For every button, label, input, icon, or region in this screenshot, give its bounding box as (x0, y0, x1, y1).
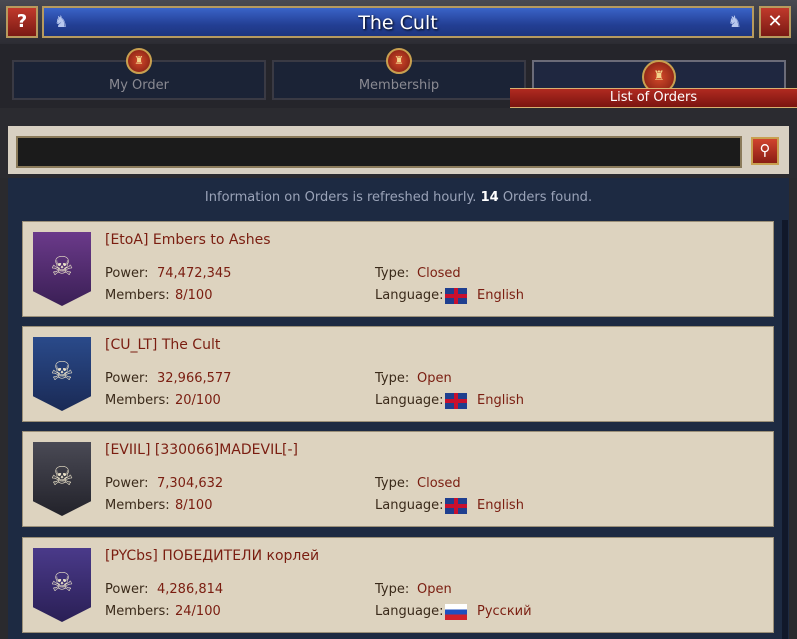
title-bar: ? ♞ The Cult ♞ ✕ (0, 0, 797, 44)
search-button[interactable]: ⚲ (751, 137, 779, 165)
members-value: 20/100 (175, 393, 221, 408)
members-label: Members: (105, 604, 170, 619)
members-label: Members: (105, 288, 170, 303)
help-button[interactable]: ? (6, 6, 38, 38)
order-name: [EVIIL] [330066]MADEVIL[-] (105, 442, 298, 458)
window-title: The Cult (358, 12, 438, 34)
language-value: English (477, 498, 524, 513)
members-label: Members: (105, 498, 170, 513)
order-emblem-icon: ☠ (33, 442, 91, 516)
language-label: Language: (375, 604, 444, 619)
type-label: Type: (375, 266, 410, 281)
type-value: Open (417, 371, 452, 386)
type-value: Closed (417, 476, 461, 491)
power-value: 32,966,577 (157, 371, 232, 386)
info-text: Information on Orders is refreshed hourl… (204, 190, 593, 205)
power-label: Power: (105, 476, 149, 491)
type-label: Type: (375, 582, 410, 597)
order-emblem-icon: ☠ (33, 337, 91, 411)
order-name: [CU_LT] The Cult (105, 337, 221, 353)
membership-emblem-icon: ♜ (386, 48, 412, 74)
language-value: English (477, 393, 524, 408)
members-value: 8/100 (175, 288, 213, 303)
members-label: Members: (105, 393, 170, 408)
members-value: 8/100 (175, 498, 213, 513)
type-value: Closed (417, 266, 461, 281)
orders-window: ? ♞ The Cult ♞ ✕ ♜ My Order ♜ Membership… (0, 0, 797, 639)
type-value: Open (417, 582, 452, 597)
russia-flag-icon (445, 604, 467, 620)
title-banner: ♞ The Cult ♞ (42, 6, 754, 38)
type-label: Type: (375, 371, 410, 386)
order-card[interactable]: ☠ [CU_LT] The Cult Power: 32,966,577 Mem… (22, 326, 774, 422)
language-label: Language: (375, 288, 444, 303)
order-emblem-icon: ♜ (126, 48, 152, 74)
tab-label: My Order (109, 78, 169, 93)
order-emblem-icon: ☠ (33, 232, 91, 306)
power-label: Power: (105, 371, 149, 386)
type-label: Type: (375, 476, 410, 491)
power-value: 7,304,632 (157, 476, 224, 491)
uk-flag-icon (445, 288, 467, 304)
uk-flag-icon (445, 498, 467, 514)
language-label: Language: (375, 393, 444, 408)
order-name: [PYCbs] ПОБЕДИТЕЛИ корлей (105, 548, 320, 564)
griffin-right-icon: ♞ (727, 12, 742, 31)
orders-count: 14 (480, 190, 499, 205)
tab-label: Membership (358, 78, 440, 93)
order-card[interactable]: ☠ [PYCbs] ПОБЕДИТЕЛИ корлей Power: 4,286… (22, 537, 774, 633)
power-label: Power: (105, 266, 149, 281)
tab-membership[interactable]: ♜ Membership (272, 48, 526, 100)
members-value: 24/100 (175, 604, 221, 619)
power-value: 4,286,814 (157, 582, 224, 597)
uk-flag-icon (445, 393, 467, 409)
order-card[interactable]: ☠ [EVIIL] [330066]MADEVIL[-] Power: 7,30… (22, 431, 774, 527)
order-card[interactable]: ☠ [EtoA] Embers to Ashes Power: 74,472,3… (22, 221, 774, 317)
language-label: Language: (375, 498, 444, 513)
order-name: [EtoA] Embers to Ashes (105, 232, 271, 248)
tab-my-order[interactable]: ♜ My Order (12, 48, 266, 100)
scrollbar[interactable] (782, 220, 788, 639)
language-value: Русский (477, 604, 532, 619)
search-input[interactable] (16, 136, 742, 168)
close-button[interactable]: ✕ (759, 6, 791, 38)
order-emblem-icon: ☠ (33, 548, 91, 622)
search-icon: ⚲ (759, 141, 771, 159)
active-tab-label: List of Orders (510, 88, 797, 108)
language-value: English (477, 288, 524, 303)
power-value: 74,472,345 (157, 266, 232, 281)
power-label: Power: (105, 582, 149, 597)
